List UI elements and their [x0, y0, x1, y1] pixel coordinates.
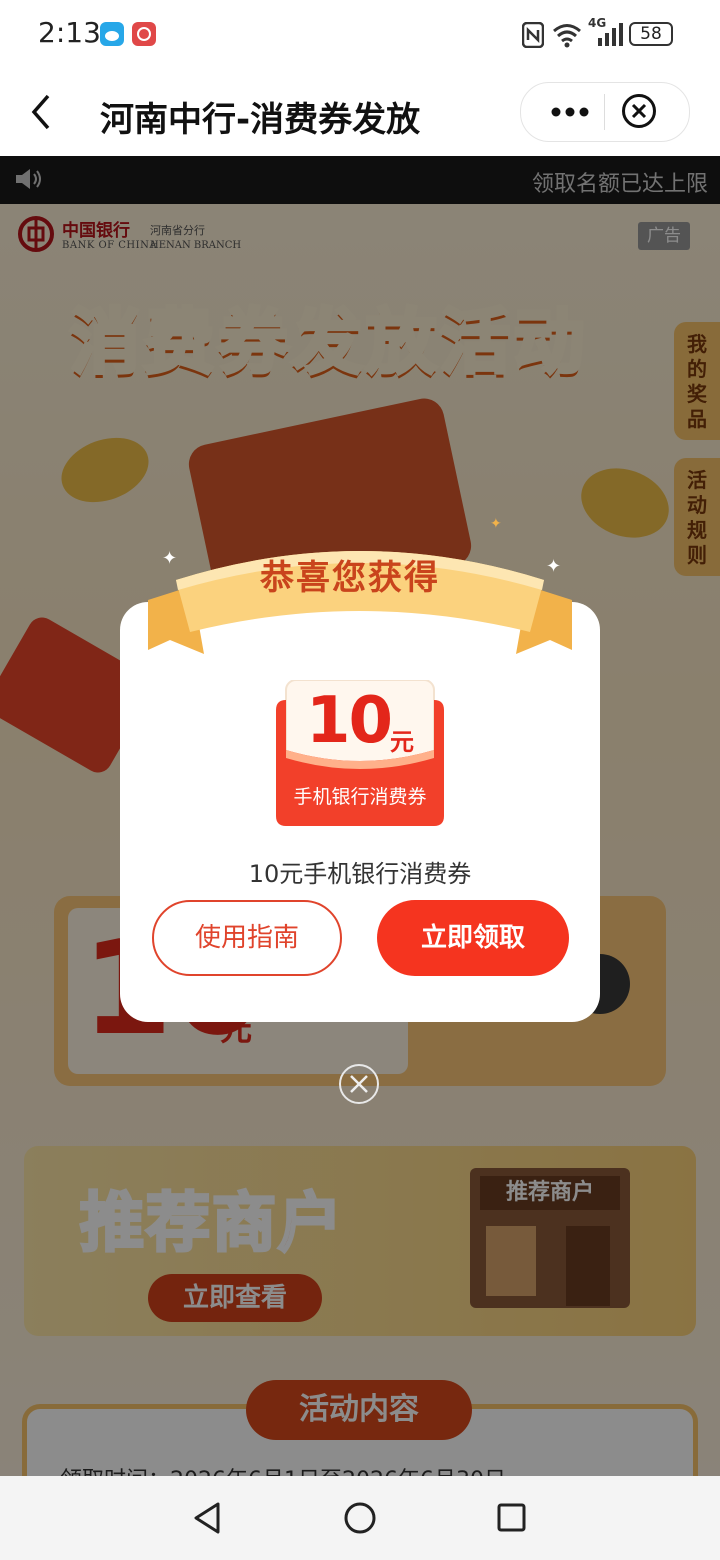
weather-app-icon — [100, 22, 124, 46]
close-circle-icon[interactable] — [621, 93, 657, 133]
page-title: 河南中行-消费券发放 — [100, 100, 421, 140]
status-time: 2:13 — [38, 16, 101, 49]
close-modal-icon[interactable] — [339, 1064, 379, 1104]
back-arrow-icon[interactable] — [26, 92, 56, 136]
sparkle-icon: ✦ — [490, 516, 502, 532]
claim-now-button[interactable]: 立即领取 — [377, 900, 569, 976]
voucher-label: 手机银行消费券 — [293, 786, 427, 808]
nav-recents-icon[interactable] — [496, 1502, 528, 1538]
sparkle-icon: ✦ — [546, 556, 562, 577]
prize-name: 10元手机银行消费券 — [248, 860, 472, 888]
more-dots-icon[interactable] — [550, 100, 590, 128]
sparkle-icon: ✦ — [162, 548, 178, 569]
nfc-icon — [521, 21, 545, 52]
congrats-text: 恭喜您获得 — [260, 558, 440, 598]
nav-back-icon[interactable] — [190, 1500, 224, 1540]
usage-guide-button[interactable]: 使用指南 — [152, 900, 342, 976]
voucher-amount: 10 — [306, 684, 393, 758]
capsule-divider — [604, 94, 605, 130]
huawei-app-icon — [132, 22, 156, 46]
mini-program-capsule — [520, 82, 690, 142]
voucher-unit: 元 — [390, 728, 414, 756]
nav-home-icon[interactable] — [343, 1500, 379, 1540]
signal-icon — [596, 22, 624, 52]
wifi-icon — [552, 22, 582, 52]
battery-icon: 58 — [629, 22, 673, 46]
